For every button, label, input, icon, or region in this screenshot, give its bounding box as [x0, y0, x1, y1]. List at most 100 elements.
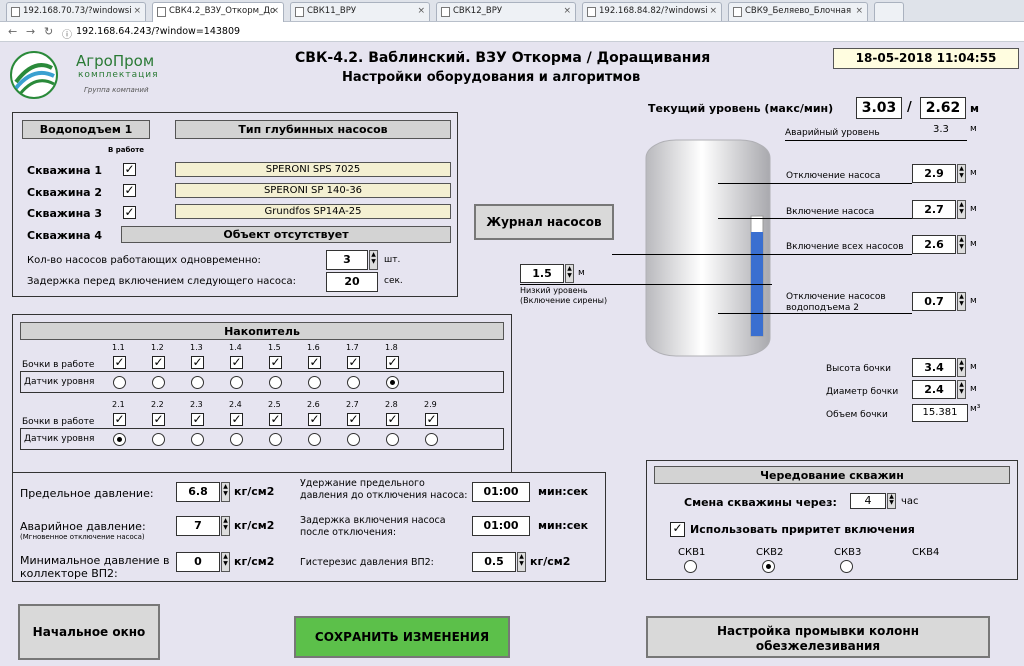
barrel-checkbox[interactable]: ✓ — [386, 356, 399, 369]
hyst-stepper[interactable]: ▲ ▼ — [517, 552, 526, 572]
new-tab-button[interactable] — [874, 2, 904, 21]
rotation-well-radio[interactable] — [684, 560, 697, 573]
barrel-checkbox[interactable]: ✓ — [308, 356, 321, 369]
save-changes-button[interactable]: СОХРАНИТЬ ИЗМЕНЕНИЯ — [294, 616, 510, 658]
vp2-off-value[interactable]: 0.7 — [912, 292, 956, 311]
url-field[interactable]: 192.168.64.243/?window=143809 — [76, 26, 240, 37]
pump-off-value[interactable]: 2.9 — [912, 164, 956, 183]
barrel-checkbox[interactable]: ✓ — [269, 413, 282, 426]
hyst-value[interactable]: 0.5 — [472, 552, 516, 572]
level-sensor-radio[interactable] — [308, 376, 321, 389]
level-sensor-radio[interactable] — [191, 433, 204, 446]
barrel-checkbox[interactable]: ✓ — [152, 413, 165, 426]
close-icon[interactable]: × — [855, 6, 863, 16]
limit-pressure-stepper[interactable]: ▲ ▼ — [221, 482, 230, 502]
barrel-checkbox[interactable]: ✓ — [347, 356, 360, 369]
well-2-pump[interactable]: SPERONI SP 140-36 — [175, 183, 451, 198]
tab-1[interactable]: 192.168.70.73/?windowsi × — [6, 2, 146, 21]
rotation-change-value[interactable]: 4 — [850, 493, 886, 509]
level-sensor-radio[interactable] — [347, 376, 360, 389]
tab-4[interactable]: СВК12_ВРУ × — [436, 2, 576, 21]
all-on-value[interactable]: 2.6 — [912, 235, 956, 254]
back-icon[interactable]: ← — [8, 25, 17, 38]
height-stepper[interactable]: ▲ ▼ — [957, 358, 966, 377]
tab-5[interactable]: 192.168.84.82/?windowsi × — [582, 2, 722, 21]
low-level-stepper[interactable]: ▲ ▼ — [565, 264, 574, 283]
level-sensor-radio[interactable] — [191, 376, 204, 389]
level-sensor-radio[interactable] — [152, 433, 165, 446]
close-icon[interactable]: × — [709, 6, 717, 16]
close-icon[interactable]: × — [271, 6, 279, 16]
min-pressure-value[interactable]: 0 — [176, 552, 220, 572]
page-subtitle: Настройки оборудования и алгоритмов — [342, 70, 641, 85]
well-2-checkbox[interactable]: ✓ — [123, 184, 136, 197]
level-sensor-radio[interactable] — [386, 433, 399, 446]
pump-journal-button[interactable]: Журнал насосов — [474, 204, 614, 240]
low-level-value[interactable]: 1.5 — [520, 264, 564, 283]
hold-value[interactable]: 01:00 — [472, 482, 530, 502]
barrel-checkbox[interactable]: ✓ — [152, 356, 165, 369]
home-button[interactable]: Начальное окно — [18, 604, 160, 660]
simultaneous-stepper[interactable]: ▲ ▼ — [369, 250, 378, 270]
barrel-checkbox[interactable]: ✓ — [230, 356, 243, 369]
level-sensor-radio[interactable] — [386, 376, 399, 389]
well-3-pump[interactable]: Grundfos SP14A-25 — [175, 204, 451, 219]
barrel-checkbox[interactable]: ✓ — [230, 413, 243, 426]
delay-value[interactable]: 20 — [326, 272, 378, 292]
all-on-stepper[interactable]: ▲ ▼ — [957, 235, 966, 254]
rotation-change-stepper[interactable]: ▲ ▼ — [887, 493, 896, 509]
close-icon[interactable]: × — [417, 6, 425, 16]
level-sensor-radio[interactable] — [269, 433, 282, 446]
barrel-checkbox[interactable]: ✓ — [113, 413, 126, 426]
vp2-off-stepper[interactable]: ▲ ▼ — [957, 292, 966, 311]
well-1-checkbox[interactable]: ✓ — [123, 163, 136, 176]
close-icon[interactable]: × — [563, 6, 571, 16]
barrel-checkbox[interactable]: ✓ — [191, 356, 204, 369]
barrel-checkbox[interactable]: ✓ — [425, 413, 438, 426]
info-icon[interactable]: ⓘ — [62, 26, 72, 41]
well-3-checkbox[interactable]: ✓ — [123, 206, 136, 219]
simultaneous-value[interactable]: 3 — [326, 250, 368, 270]
level-sensor-radio[interactable] — [308, 433, 321, 446]
barrel-checkbox[interactable]: ✓ — [191, 413, 204, 426]
wash-settings-label-2: обезжелезивания — [755, 639, 881, 653]
restart-delay-value[interactable]: 01:00 — [472, 516, 530, 536]
barrel-checkbox[interactable]: ✓ — [347, 413, 360, 426]
tab-6[interactable]: СВК9_Беляево_Блочная × — [728, 2, 868, 21]
level-sensor-radio[interactable] — [230, 376, 243, 389]
height-value[interactable]: 3.4 — [912, 358, 956, 377]
level-sensor-radio[interactable] — [347, 433, 360, 446]
barrel-checkbox[interactable]: ✓ — [386, 413, 399, 426]
emergency-pressure-stepper[interactable]: ▲ ▼ — [221, 516, 230, 536]
level-sensor-radio[interactable] — [113, 376, 126, 389]
limit-pressure-value[interactable]: 6.8 — [176, 482, 220, 502]
tab-2[interactable]: СВК4.2_ВЗУ_Откорм_До × — [152, 2, 284, 23]
wash-settings-button[interactable]: Настройка промывки колонн обезжелезивани… — [646, 616, 990, 658]
in-work-label: В работе — [108, 146, 145, 154]
rotation-well-radio[interactable] — [762, 560, 775, 573]
barrel-checkbox[interactable]: ✓ — [308, 413, 321, 426]
forward-icon[interactable]: → — [26, 25, 35, 38]
diameter-stepper[interactable]: ▲ ▼ — [957, 380, 966, 399]
close-icon[interactable]: × — [133, 6, 141, 16]
barrel-checkbox[interactable]: ✓ — [269, 356, 282, 369]
pump-on-stepper[interactable]: ▲ ▼ — [957, 200, 966, 219]
rotation-well-radio[interactable] — [840, 560, 853, 573]
priority-label: Использовать приритет включения — [690, 523, 915, 536]
well-1-pump[interactable]: SPERONI SPS 7025 — [175, 162, 451, 177]
min-pressure-stepper[interactable]: ▲ ▼ — [221, 552, 230, 572]
priority-checkbox[interactable]: ✓ — [670, 522, 685, 537]
pump-off-stepper[interactable]: ▲ ▼ — [957, 164, 966, 183]
pump-on-value[interactable]: 2.7 — [912, 200, 956, 219]
barrel-checkbox[interactable]: ✓ — [113, 356, 126, 369]
reload-icon[interactable]: ↻ — [44, 25, 53, 38]
level-sensor-radio[interactable] — [230, 433, 243, 446]
level-sensor-radio[interactable] — [425, 433, 438, 446]
emergency-pressure-value[interactable]: 7 — [176, 516, 220, 536]
level-sensor-radio[interactable] — [152, 376, 165, 389]
level-sensor-radio[interactable] — [269, 376, 282, 389]
level-sensor-radio[interactable] — [113, 433, 126, 446]
hold-label-2: давления до отключения насоса: — [300, 490, 468, 501]
tab-3[interactable]: СВК11_ВРУ × — [290, 2, 430, 21]
diameter-value[interactable]: 2.4 — [912, 380, 956, 399]
